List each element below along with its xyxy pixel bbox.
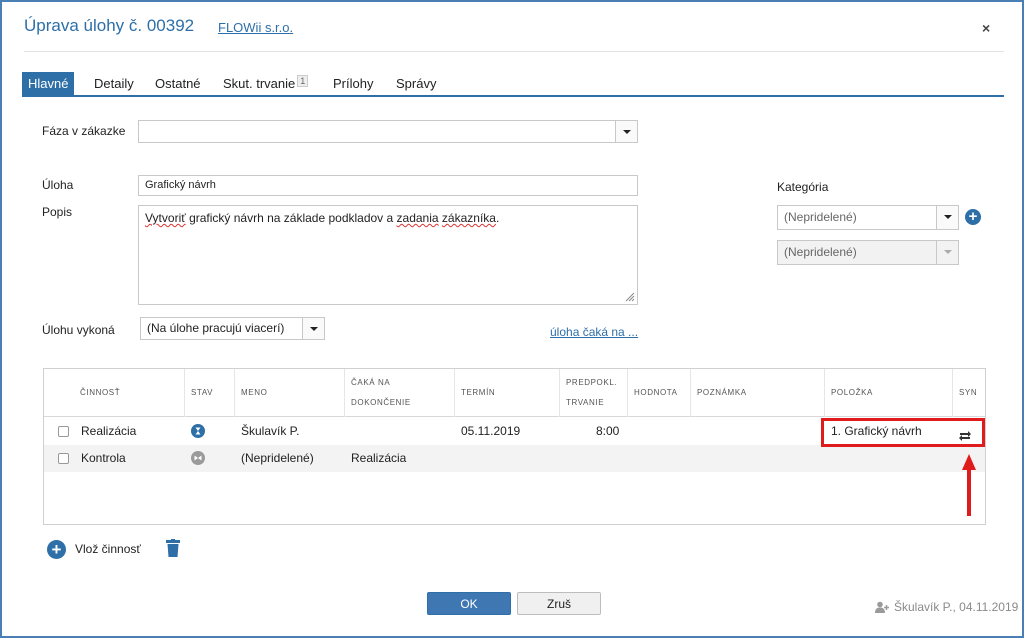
row-name: Škulavík P. — [241, 424, 300, 438]
header-waits-line2: dokončenie — [351, 398, 411, 407]
ok-button[interactable]: OK — [427, 592, 511, 615]
desc-word: Vytvoriť — [145, 211, 186, 225]
header-divider — [24, 51, 1004, 52]
performer-select[interactable]: (Na úlohe pracujú viacerí) — [140, 317, 325, 340]
dialog-title: Úprava úlohy č. 00392 — [24, 16, 195, 35]
header-name[interactable]: Meno — [234, 369, 344, 417]
description-textarea[interactable]: Vytvoriť grafický návrh na základe podkl… — [138, 205, 638, 305]
category-select[interactable]: (Nepridelené) — [777, 205, 959, 230]
desc-text: . — [495, 211, 500, 225]
header-item[interactable]: Položka — [824, 369, 952, 417]
tab-ostatne[interactable]: Ostatné — [155, 72, 201, 95]
header-deadline[interactable]: Termín — [454, 369, 559, 417]
phase-select[interactable] — [138, 120, 638, 143]
header-checkbox-col — [44, 369, 74, 417]
company-link[interactable]: FLOWii s.r.o. — [218, 20, 293, 35]
chevron-down-icon[interactable] — [615, 121, 637, 142]
tab-spravy[interactable]: Správy — [396, 72, 436, 95]
header-activity[interactable]: Činnosť — [74, 369, 184, 417]
description-label: Popis — [42, 205, 73, 219]
edit-task-dialog: Úprava úlohy č. 00392 FLOWii s.r.o. × Hl… — [0, 0, 1024, 638]
desc-word: zadania — [396, 211, 439, 225]
tab-skut-trvanie[interactable]: Skut. trvanie 1 — [223, 72, 309, 95]
row-name: (Nepridelené) — [241, 451, 314, 465]
tab-hlavne[interactable]: Hlavné — [22, 72, 75, 95]
task-label: Úloha — [42, 178, 74, 192]
row-planned: 8:00 — [596, 424, 620, 438]
status-waiting-icon — [191, 451, 205, 465]
resize-grip-icon[interactable] — [625, 292, 635, 302]
cancel-button[interactable]: Zruš — [517, 592, 601, 615]
subcategory-select: (Nepridelené) — [777, 240, 959, 265]
tab-detaily[interactable]: Detaily — [94, 72, 134, 95]
add-activity-label: Vlož činnosť — [75, 542, 141, 556]
tab-badge: 1 — [297, 75, 309, 87]
row-deadline: 05.11.2019 — [461, 424, 521, 438]
header-planned-line2: trvanie — [566, 398, 605, 407]
tab-prilohy[interactable]: Prílohy — [333, 72, 373, 95]
header-planned[interactable]: Predpokl. trvanie — [559, 369, 627, 417]
row-checkbox[interactable] — [58, 426, 69, 437]
chevron-down-icon — [936, 241, 958, 264]
header-status[interactable]: Stav — [184, 369, 234, 417]
user-add-icon — [875, 601, 889, 613]
category-label: Kategória — [777, 180, 829, 194]
header-planned-line1: Predpokl. — [566, 378, 618, 387]
subcategory-value: (Nepridelené) — [784, 245, 857, 259]
tab-bar: Hlavné Detaily Ostatné Skut. trvanie 1 Pr… — [22, 72, 1004, 97]
row-activity: Kontrola — [81, 451, 126, 465]
header-waits-line1: Čaká na — [351, 378, 391, 387]
waiting-for-link[interactable]: úloha čaká na ... — [550, 325, 638, 339]
header-sync[interactable]: Syn — [952, 369, 985, 417]
row-waits: Realizácia — [351, 451, 407, 465]
header-note[interactable]: Poznámka — [690, 369, 824, 417]
header-value[interactable]: Hodnota — [627, 369, 690, 417]
table-header: Činnosť Stav Meno Čaká na dokončenie Ter… — [44, 369, 985, 417]
footer-user-stamp: Škulavík P., 04.11.2019 — [875, 600, 1018, 614]
highlight-box — [821, 418, 985, 447]
desc-text: grafický návrh na základe podkladov a — [185, 211, 397, 225]
chevron-down-icon[interactable] — [936, 206, 958, 229]
performer-label: Úlohu vykoná — [42, 323, 115, 337]
footer-user-text: Škulavík P., 04.11.2019 — [894, 600, 1019, 614]
trash-icon[interactable] — [166, 539, 180, 557]
close-icon[interactable]: × — [982, 20, 990, 36]
plus-circle-icon: + — [47, 539, 66, 559]
add-activity-button[interactable]: + Vlož činnosť — [47, 539, 141, 559]
table-row[interactable]: Kontrola (Nepridelené) Realizácia — [44, 445, 985, 472]
row-checkbox[interactable] — [58, 453, 69, 464]
red-arrow-icon — [962, 454, 976, 516]
row-activity: Realizácia — [81, 424, 137, 438]
add-category-icon[interactable]: + — [965, 209, 981, 225]
tab-skut-trvanie-label: Skut. trvanie — [223, 76, 296, 91]
task-input[interactable]: Grafický návrh — [138, 175, 638, 196]
status-in-progress-icon — [191, 424, 205, 438]
performer-value: (Na úlohe pracujú viacerí) — [147, 321, 285, 335]
category-value: (Nepridelené) — [784, 210, 857, 224]
header-waits[interactable]: Čaká na dokončenie — [344, 369, 454, 417]
desc-word: zákazníka — [441, 211, 496, 225]
phase-label: Fáza v zákazke — [42, 124, 126, 138]
chevron-down-icon[interactable] — [302, 318, 324, 339]
